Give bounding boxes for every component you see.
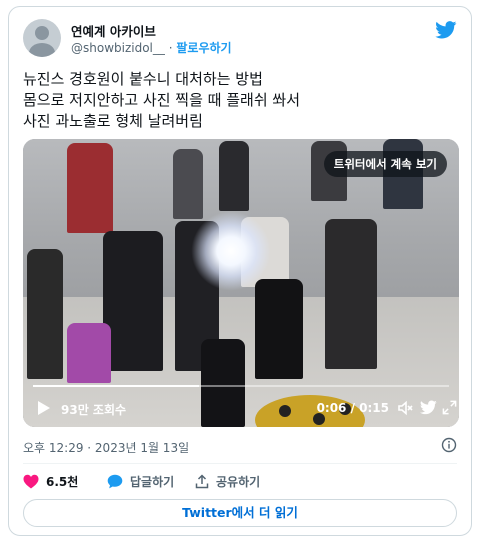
- read-more-on-twitter-button[interactable]: Twitter에서 더 읽기: [23, 499, 457, 527]
- like-button[interactable]: 6.5천: [23, 473, 78, 490]
- author-handle-row: @showbizidol__ · 팔로우하기: [71, 39, 232, 56]
- author-handle[interactable]: @showbizidol__: [71, 41, 165, 55]
- avatar[interactable]: [23, 19, 61, 57]
- tweet-card: 연예계 아카이브 @showbizidol__ · 팔로우하기 뉴진스 경호원이…: [8, 6, 472, 536]
- tweet-actions: 6.5천 답글하기 공유하기: [23, 473, 457, 493]
- video-time: 0:06 / 0:15: [316, 401, 389, 415]
- video-figure: [325, 219, 377, 369]
- video-controls: 93만 조회수 0:06 / 0:15: [23, 397, 459, 421]
- tweet-timestamp[interactable]: 오후 12:29 · 2023년 1월 13일: [23, 439, 189, 456]
- tweet-header: 연예계 아카이브 @showbizidol__ · 팔로우하기: [23, 19, 457, 59]
- video-progress-fill: [33, 385, 200, 387]
- volume-muted-icon[interactable]: [397, 400, 413, 416]
- video-figure: [103, 231, 163, 371]
- reply-bubble-icon: [107, 474, 123, 489]
- expand-icon[interactable]: [442, 400, 457, 415]
- tweet-text-line: 사진 과노출로 형체 날려버림: [23, 112, 203, 130]
- share-button[interactable]: 공유하기: [195, 473, 260, 490]
- handle-separator: ·: [168, 41, 173, 55]
- author-display-name[interactable]: 연예계 아카이브: [71, 21, 156, 40]
- video-figure: [219, 141, 249, 211]
- tweet-text-line: 뉴진스 경호원이 붙수니 대처하는 방법: [23, 70, 263, 88]
- tweet-text: 뉴진스 경호원이 붙수니 대처하는 방법 몸으로 저지안하고 사진 찍을 때 플…: [23, 69, 457, 132]
- video-figure: [27, 249, 63, 379]
- avatar-body-shape: [29, 43, 55, 57]
- twitter-bird-icon[interactable]: [420, 400, 437, 415]
- info-icon[interactable]: [441, 437, 457, 453]
- reply-button[interactable]: 답글하기: [107, 473, 174, 490]
- video-progress-bar[interactable]: [33, 385, 449, 387]
- follow-button[interactable]: 팔로우하기: [176, 41, 231, 55]
- share-label: 공유하기: [216, 475, 261, 489]
- divider: [23, 463, 457, 464]
- video-figure: [67, 143, 113, 233]
- video-figure: [173, 149, 203, 219]
- tweet-text-line: 몸으로 저지안하고 사진 찍을 때 플래쉬 쏴서: [23, 91, 301, 109]
- video-figure: [255, 279, 303, 379]
- like-count: 6.5천: [46, 475, 79, 489]
- play-icon[interactable]: [37, 400, 51, 416]
- video-figure: [67, 323, 111, 383]
- continue-on-twitter-button[interactable]: 트위터에서 계속 보기: [323, 151, 447, 177]
- reply-label: 답글하기: [130, 475, 175, 489]
- video-frame: [23, 139, 459, 427]
- camera-flash: [191, 211, 271, 291]
- view-count: 93만 조회수: [61, 403, 127, 417]
- twitter-bird-icon[interactable]: [435, 21, 457, 39]
- share-upload-icon: [195, 474, 209, 489]
- video-player[interactable]: 트위터에서 계속 보기 93만 조회수 0:06 / 0:15: [23, 139, 459, 427]
- heart-icon: [23, 474, 39, 489]
- avatar-head-shape: [35, 26, 49, 40]
